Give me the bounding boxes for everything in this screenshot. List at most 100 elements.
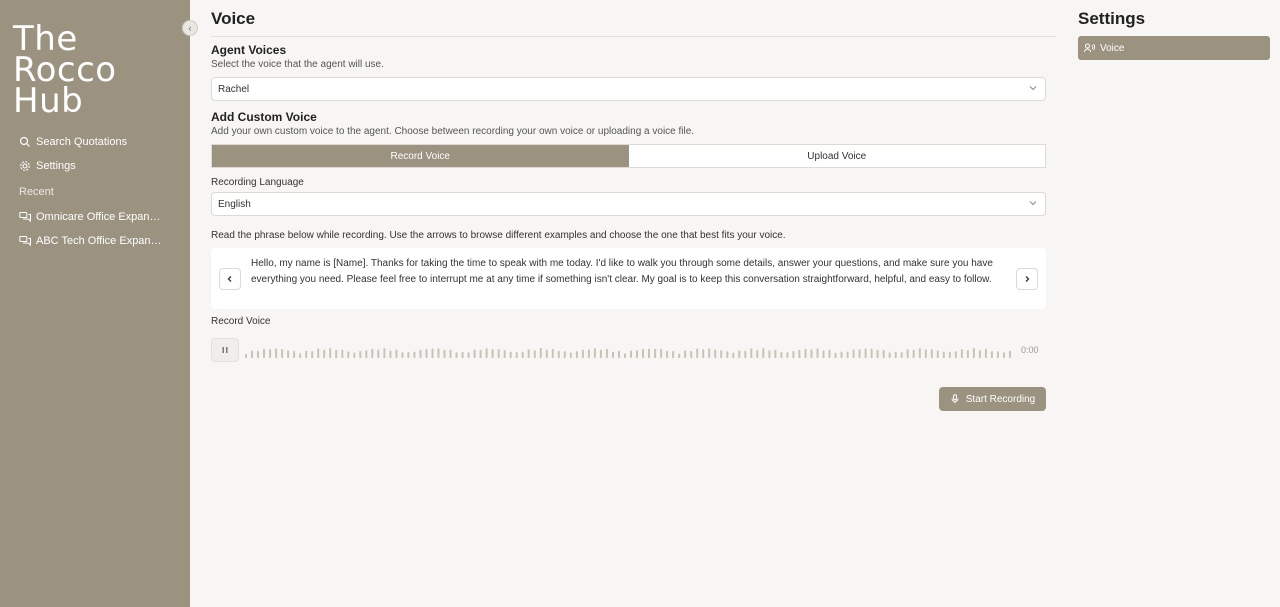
waveform-bar [515, 352, 518, 358]
waveform-bar [299, 353, 302, 358]
recent-item-label: ABC Tech Office Expansion [36, 235, 166, 247]
waveform-bar [359, 351, 362, 358]
recording-timer: 0:00 [1021, 345, 1039, 355]
waveform-bar [702, 349, 705, 358]
waveform-bar [810, 349, 813, 358]
waveform-bar [329, 348, 332, 358]
waveform-bar [353, 352, 356, 358]
recent-item-abc-tech[interactable]: ABC Tech Office Expansion [19, 229, 169, 253]
waveform-bar [539, 348, 542, 358]
waveform-bar [672, 350, 675, 358]
waveform-bar [443, 349, 446, 358]
chat-icon [19, 211, 31, 223]
sidebar-item-settings[interactable]: Settings [19, 154, 184, 178]
waveform-bar [918, 348, 921, 358]
waveform-bar [569, 352, 572, 358]
waveform-bar [311, 351, 314, 358]
collapse-sidebar-button[interactable]: ‹ [182, 20, 198, 36]
waveform-bar [473, 349, 476, 358]
waveform-bar [762, 348, 765, 358]
waveform-bar [545, 349, 548, 358]
waveform-bar [828, 349, 831, 358]
waveform-bar [636, 350, 638, 358]
waveform-bar [461, 351, 464, 358]
chevron-right-icon [1025, 276, 1030, 282]
waveform-bar [900, 352, 903, 358]
sidebar-item-search-quotations[interactable]: Search Quotations [19, 130, 184, 154]
audio-recorder: 0:00 [211, 338, 1046, 362]
tab-record-voice[interactable]: Record Voice [212, 145, 629, 167]
waveform-bar [341, 349, 344, 358]
waveform-bar [593, 348, 596, 358]
chevron-down-icon [1029, 201, 1037, 206]
waveform-bar [822, 350, 825, 358]
waveform-bar [413, 351, 416, 358]
waveform-bar [401, 352, 404, 358]
recent-item-omnicare[interactable]: Omnicare Office Expansion [19, 205, 169, 229]
waveform-bar [317, 348, 320, 358]
waveform-bar [750, 348, 753, 358]
waveform-bar [954, 351, 957, 358]
waveform-bar [678, 353, 681, 358]
waveform-bar [335, 349, 338, 358]
record-voice-label: Record Voice [211, 316, 271, 327]
waveform-bar [744, 350, 747, 358]
waveform-bar [419, 349, 422, 358]
waveform-bar [503, 350, 506, 358]
settings-item-voice[interactable]: Voice [1078, 36, 1270, 60]
waveform-bar [479, 349, 482, 358]
sidebar-nav: Search Quotations Settings [19, 130, 184, 178]
waveform-bar [804, 348, 807, 358]
next-phrase-button[interactable] [1016, 268, 1038, 290]
waveform-bar [521, 351, 524, 358]
waveform-bar [882, 349, 885, 358]
waveform-bar [708, 348, 711, 358]
agent-voice-select[interactable]: Rachel [211, 77, 1046, 101]
pause-button[interactable] [211, 338, 239, 362]
waveform-bar [984, 348, 987, 358]
recent-list: Omnicare Office Expansion ABC Tech Offic… [19, 205, 169, 253]
waveform-bar [618, 350, 620, 358]
waveform-bar [557, 350, 560, 358]
start-recording-button[interactable]: Start Recording [939, 387, 1046, 411]
waveform-bar [293, 350, 296, 358]
brand-logo[interactable]: The Rocco Hub [13, 22, 117, 118]
sidebar: The Rocco Hub Search Quotations Settings… [0, 0, 190, 607]
waveform-bar [491, 349, 494, 358]
waveform-bar [726, 351, 729, 358]
waveform-bar [768, 350, 771, 358]
waveform-bar [485, 348, 488, 358]
waveform-bar [269, 349, 272, 358]
waveform-bar [930, 349, 933, 358]
waveform-bar [245, 354, 247, 358]
waveform-bar [575, 351, 578, 358]
waveform-bar [642, 348, 644, 358]
voice-icon [1084, 43, 1095, 53]
recording-language-select[interactable]: English [211, 192, 1046, 216]
waveform-bar [966, 349, 969, 358]
waveform-bar [972, 348, 975, 358]
waveform-bar [774, 349, 777, 358]
waveform-bar [690, 351, 693, 358]
waveform-bar [846, 351, 849, 358]
waveform-bar [864, 348, 867, 358]
waveform-bar [630, 350, 632, 358]
settings-item-label: Voice [1100, 42, 1125, 54]
waveform-bar [1003, 352, 1005, 358]
waveform-bar [714, 349, 717, 358]
waveform-bar [599, 349, 602, 358]
waveform-bar [888, 352, 891, 358]
agent-voice-value: Rachel [218, 83, 250, 95]
waveform-bar [563, 351, 566, 358]
waveform-bar [323, 349, 326, 358]
waveform-bar [527, 349, 530, 358]
custom-voice-tabs: Record Voice Upload Voice [211, 144, 1046, 168]
waveform-bar [455, 352, 458, 358]
waveform-bar [738, 350, 741, 358]
custom-voice-subtitle: Add your own custom voice to the agent. … [211, 126, 695, 137]
tab-upload-voice[interactable]: Upload Voice [628, 145, 1045, 167]
phrase-card: Hello, my name is [Name]. Thanks for tak… [211, 248, 1046, 309]
previous-phrase-button[interactable] [219, 268, 241, 290]
settings-title: Settings [1078, 9, 1146, 28]
recording-language-label: Recording Language [211, 177, 304, 188]
